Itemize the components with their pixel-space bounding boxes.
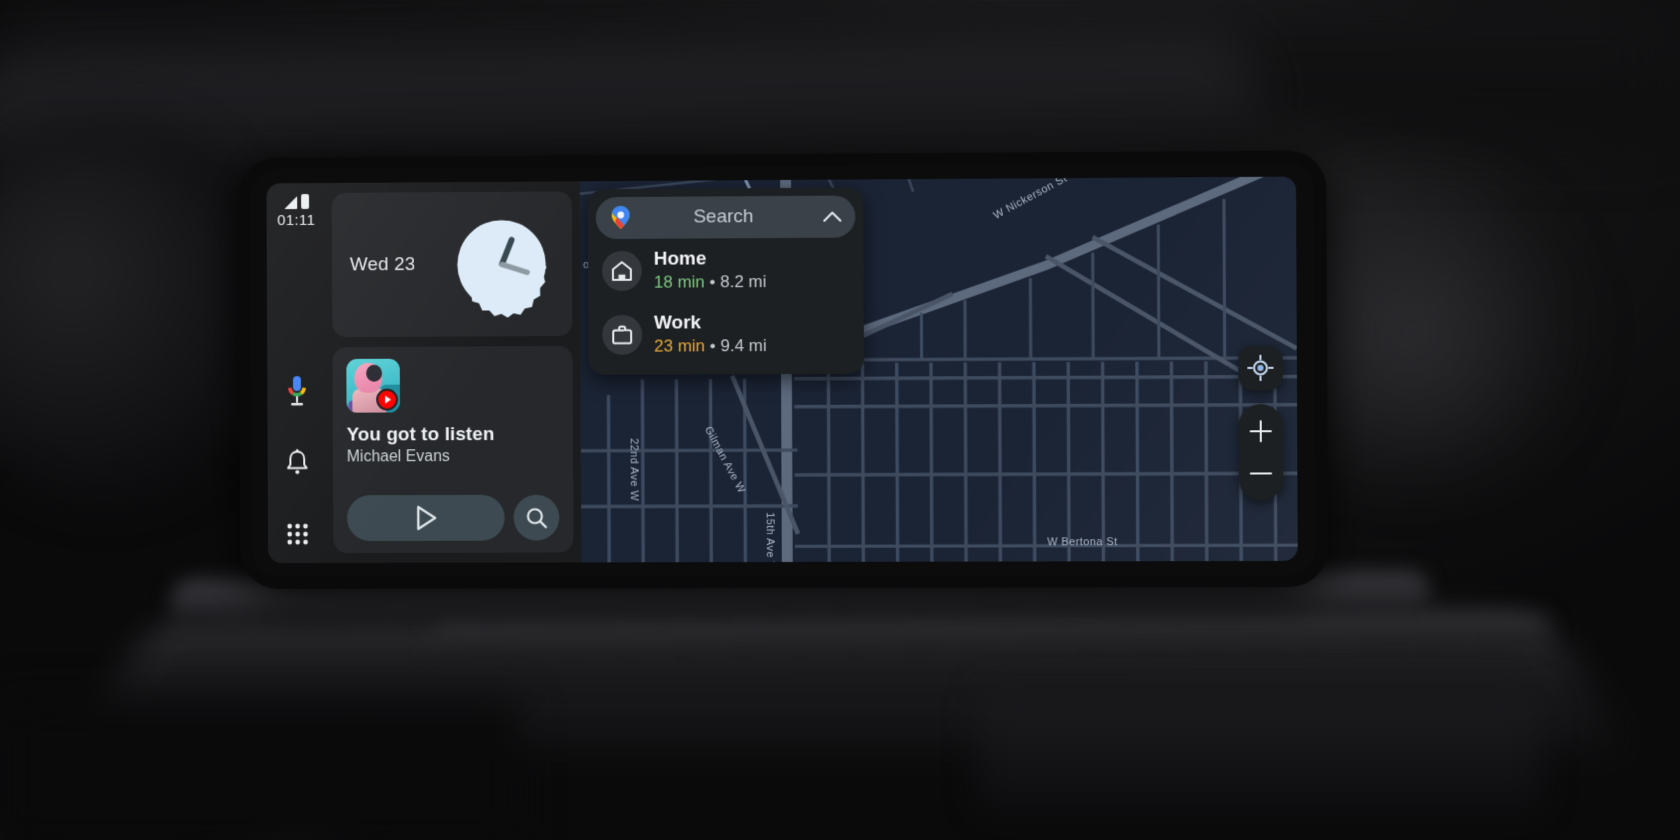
clock-widget[interactable]: Wed 23 (331, 191, 573, 338)
destination-name: Work (653, 312, 702, 334)
status-bar-clock: 01:11 (277, 211, 316, 230)
destination-icon-wrap (601, 250, 642, 291)
street-label: W Nickerson St (991, 177, 1069, 222)
car-interior-scene: 01:11 Wed 23 You got to listen Michael E… (0, 0, 1680, 840)
destination-separator: • (709, 335, 716, 356)
play-icon (413, 504, 439, 532)
dashboard-top-blur (0, 0, 1680, 140)
google-assistant-mic-icon (288, 376, 306, 406)
street-label: W Bertona St (1047, 537, 1118, 549)
android-auto-screen: 01:11 Wed 23 You got to listen Michael E… (266, 176, 1298, 564)
search-placeholder: Search (693, 206, 754, 228)
destination-name: Home (653, 248, 707, 270)
youtube-music-badge-icon (376, 388, 399, 411)
minus-icon (1249, 472, 1273, 475)
media-title: You got to listen (346, 424, 495, 446)
analog-clock-icon (457, 219, 547, 318)
youtube-play-triangle (385, 395, 392, 404)
destination-eta: 18 min (653, 272, 705, 292)
home-icon (610, 259, 634, 283)
destination-icon-wrap (602, 314, 643, 355)
screen-bezel: 01:11 Wed 23 You got to listen Michael E… (251, 162, 1316, 577)
status-icons (283, 193, 309, 210)
destination-text: Work 23 min • 9.4 mi (654, 312, 767, 356)
zoom-out-button[interactable] (1239, 452, 1284, 494)
widget-column: Wed 23 You got to listen Michael Evans (325, 181, 582, 563)
destination-work[interactable]: Work 23 min • 9.4 mi (596, 301, 856, 366)
destination-distance: 8.2 mi (720, 271, 767, 292)
clock-date-label: Wed 23 (349, 253, 416, 275)
maps-search-panel: Search Home 18 min • 8.2 mi Work 23 min … (587, 187, 865, 375)
console-trim-lower-blur (429, 615, 1551, 655)
chevron-up-icon (822, 211, 841, 222)
map-view[interactable]: W Nickerson St W Nickerson St on St 15th… (579, 176, 1298, 563)
street-label: 15th Ave W (764, 512, 776, 562)
album-art-shape-head (366, 364, 383, 382)
my-location-crosshair-icon (1247, 355, 1273, 381)
car-head-unit: 01:11 Wed 23 You got to listen Michael E… (250, 162, 1317, 578)
apps-grid-icon (287, 523, 308, 545)
recenter-button[interactable] (1238, 345, 1283, 391)
media-controls (346, 494, 560, 542)
zoom-controls (1238, 404, 1284, 501)
navigation-rail: 01:11 (266, 182, 328, 564)
rail-spacer (296, 229, 297, 368)
destination-text: Home 18 min • 8.2 mi (654, 248, 767, 292)
battery-icon (300, 194, 309, 210)
play-button[interactable] (346, 494, 505, 542)
destination-subtitle: 23 min • 9.4 mi (654, 336, 767, 357)
footwell-shadow (0, 700, 520, 840)
search-input[interactable]: Search (595, 195, 856, 240)
street-label: 22nd Ave W (627, 438, 639, 501)
console-trim-blur (169, 570, 1431, 624)
plus-icon-vertical (1259, 420, 1263, 443)
street-label: Gilman Ave W (702, 424, 748, 495)
instrument-cluster-blur (0, 120, 270, 500)
destination-separator: • (709, 272, 716, 292)
dashboard-hood-blur (0, 32, 1262, 180)
zoom-in-button[interactable] (1238, 410, 1283, 452)
media-search-button[interactable] (513, 494, 560, 541)
bell-icon (284, 449, 310, 474)
air-vent-blur (980, 690, 1540, 810)
sidebar-item-assistant[interactable] (274, 368, 320, 414)
destination-home[interactable]: Home 18 min • 8.2 mi (596, 238, 856, 303)
briefcase-icon (610, 322, 634, 346)
media-widget[interactable]: You got to listen Michael Evans (332, 345, 574, 554)
status-bar: 01:11 (277, 193, 315, 229)
destination-subtitle: 18 min • 8.2 mi (654, 272, 767, 293)
destination-distance: 9.4 mi (720, 335, 767, 355)
sidebar-item-notifications[interactable] (274, 440, 320, 486)
search-icon (524, 506, 548, 530)
collapse-panel-button[interactable] (821, 210, 843, 224)
destination-eta: 23 min (654, 336, 706, 356)
rail-buttons (274, 368, 320, 563)
media-artist: Michael Evans (346, 448, 450, 466)
signal-bars-icon (283, 196, 297, 210)
sidebar-item-apps[interactable] (275, 511, 321, 557)
center-console-blur (78, 613, 1622, 744)
